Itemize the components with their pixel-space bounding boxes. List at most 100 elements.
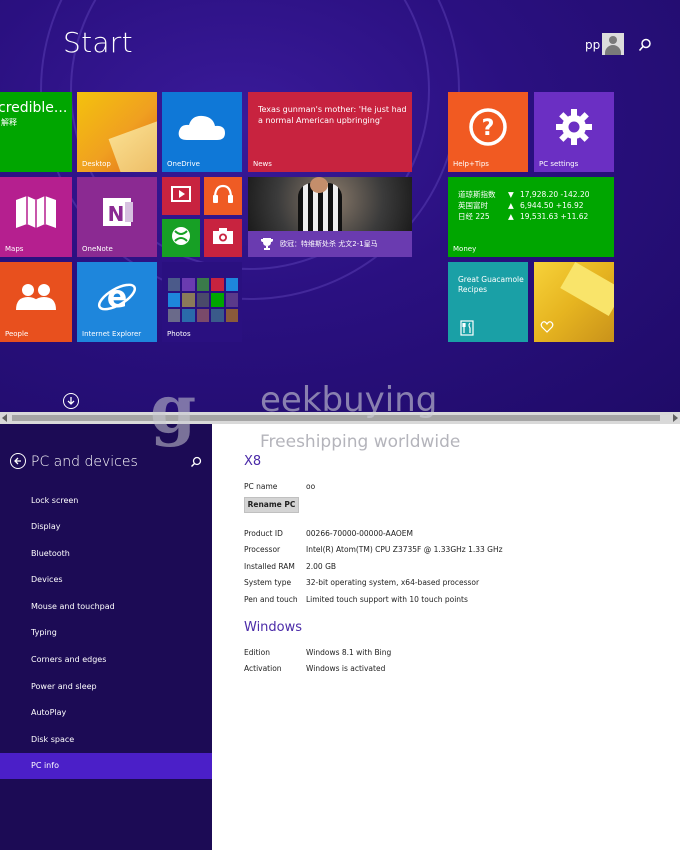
tile-money-label: Money [453,245,477,253]
tile-incredible-title: credible... [0,100,68,116]
tile-food-drink[interactable]: Great Guacamole Recipes [448,262,528,342]
tile-pc-settings[interactable]: PC settings [534,92,614,172]
sports-caption: 欧冠：特维斯处杀 尤文2-1皇马 [280,240,378,248]
tile-ie-label: Internet Explorer [82,330,142,338]
money-row-arrow: ▼ [508,190,514,199]
sidebar-item-pc-info[interactable]: PC info [0,753,212,779]
spec-label: Product ID [244,529,283,538]
sports-photo [248,177,412,231]
scrollbar-thumb[interactable] [12,415,660,421]
tile-food-photo[interactable] [534,262,614,342]
spec-label: Installed RAM [244,562,295,571]
gear-icon [556,109,592,146]
question-mark-icon: ? [469,108,507,146]
tile-camera[interactable] [204,219,242,257]
tile-photos[interactable]: Photos [162,262,242,342]
desktop-background-shape [108,118,157,172]
money-row-name: 英国富时 [458,201,488,210]
sidebar-item-devices[interactable]: Devices [0,567,212,593]
tile-desktop[interactable]: Desktop [77,92,157,172]
money-row-arrow: ▲ [508,212,514,221]
tile-incredible-subtitle: 解释 [1,118,17,127]
search-icon[interactable] [190,456,202,468]
horizontal-scrollbar[interactable] [0,412,680,424]
spec-value: 32-bit operating system, x64-based proce… [306,578,480,587]
pc-info-panel: X8 PC name oo Rename PC Product ID 00266… [212,424,680,850]
pc-name-value: oo [306,482,316,491]
spec-value: 2.00 GB [306,562,337,571]
onenote-icon: N [103,198,133,227]
start-title: Start [63,26,133,59]
internet-explorer-icon: e [97,280,137,315]
tile-maps-label: Maps [5,245,24,253]
tile-music[interactable] [204,177,242,215]
tile-people-label: People [5,330,29,338]
sidebar-item-typing[interactable]: Typing [0,620,212,646]
map-icon [16,196,56,229]
scroll-right-arrow[interactable] [673,414,678,422]
start-screen: Start pp credible... 解释 Desktop OneDrive… [0,0,680,412]
spec-label: Pen and touch [244,595,298,604]
spec-value: Limited touch support with 10 touch poin… [306,595,468,604]
sidebar-item-autoplay[interactable]: AutoPlay [0,700,212,726]
back-arrow-icon [14,457,21,465]
user-avatar-icon[interactable] [602,33,624,55]
news-headline: Texas gunman's mother: 'He just had a no… [258,105,407,125]
tile-pc-settings-label: PC settings [539,160,579,168]
money-row-value: 19,531.63 +11.62 [520,212,589,221]
money-row-name: 日经 225 [458,212,490,221]
sidebar-item-lock-screen[interactable]: Lock screen [0,488,212,514]
money-row-arrow: ▲ [508,201,514,210]
windows-heading: Windows [244,620,303,635]
money-row: 道琼斯指数 ▼ 17,928.20 -142.20 [458,189,590,200]
spec-value: 00266-70000-00000-AAOEM [306,529,413,538]
pc-model-heading: X8 [244,454,262,469]
sidebar-item-corners-edges[interactable]: Corners and edges [0,647,212,673]
tile-news[interactable]: Texas gunman's mother: 'He just had a no… [248,92,412,172]
tile-sports[interactable]: 欧冠：特维斯处杀 尤文2-1皇马 [248,177,412,257]
money-row-name: 道琼斯指数 [458,190,496,199]
money-list: 道琼斯指数 ▼ 17,928.20 -142.20 英国富时 ▲ 6,944.5… [458,189,590,222]
tile-incredible[interactable]: credible... 解释 [0,92,72,172]
arrow-down-icon [67,397,75,405]
tile-maps[interactable]: Maps [0,177,72,257]
heart-icon [540,321,554,333]
rename-pc-button[interactable]: Rename PC [244,497,299,513]
gamepad-icon [172,226,190,245]
sports-caption-bar: 欧冠：特维斯处杀 尤文2-1皇马 [248,231,412,257]
video-icon [171,185,191,202]
fork-knife-icon [460,320,474,336]
pc-name-label: PC name [244,482,278,491]
scroll-left-arrow[interactable] [2,414,7,422]
camera-icon [213,227,233,244]
sidebar-item-power-sleep[interactable]: Power and sleep [0,674,212,700]
tile-internet-explorer[interactable]: e Internet Explorer [77,262,157,342]
tile-help-tips[interactable]: ? Help+Tips [448,92,528,172]
tile-onedrive[interactable]: OneDrive [162,92,242,172]
tile-money[interactable]: 道琼斯指数 ▼ 17,928.20 -142.20 英国富时 ▲ 6,944.5… [448,177,614,257]
windows-value: Windows 8.1 with Bing [306,648,392,657]
tile-video[interactable] [162,177,200,215]
scroll-down-button[interactable] [63,393,79,409]
tile-people[interactable]: People [0,262,72,342]
sidebar-item-display[interactable]: Display [0,514,212,540]
money-row-value: 6,944.50 +16.92 [520,201,584,210]
money-row-value: 17,928.20 -142.20 [520,190,590,199]
sidebar-item-mouse-touchpad[interactable]: Mouse and touchpad [0,594,212,620]
svg-text:e: e [107,280,127,315]
tile-onenote[interactable]: N OneNote [77,177,157,257]
recipe-title: Great Guacamole Recipes [458,275,524,294]
back-button[interactable] [10,453,26,469]
user-name[interactable]: pp [585,38,600,52]
search-icon[interactable] [638,38,652,52]
tile-games[interactable] [162,219,200,257]
cloud-icon [178,116,225,141]
settings-title: PC and devices [31,454,138,470]
svg-text:N: N [108,202,125,226]
tile-news-label: News [253,160,272,168]
sidebar-item-bluetooth[interactable]: Bluetooth [0,541,212,567]
sidebar-item-disk-space[interactable]: Disk space [0,727,212,753]
player-head [310,177,328,193]
tile-onedrive-label: OneDrive [167,160,200,168]
tile-onenote-label: OneNote [82,245,113,253]
